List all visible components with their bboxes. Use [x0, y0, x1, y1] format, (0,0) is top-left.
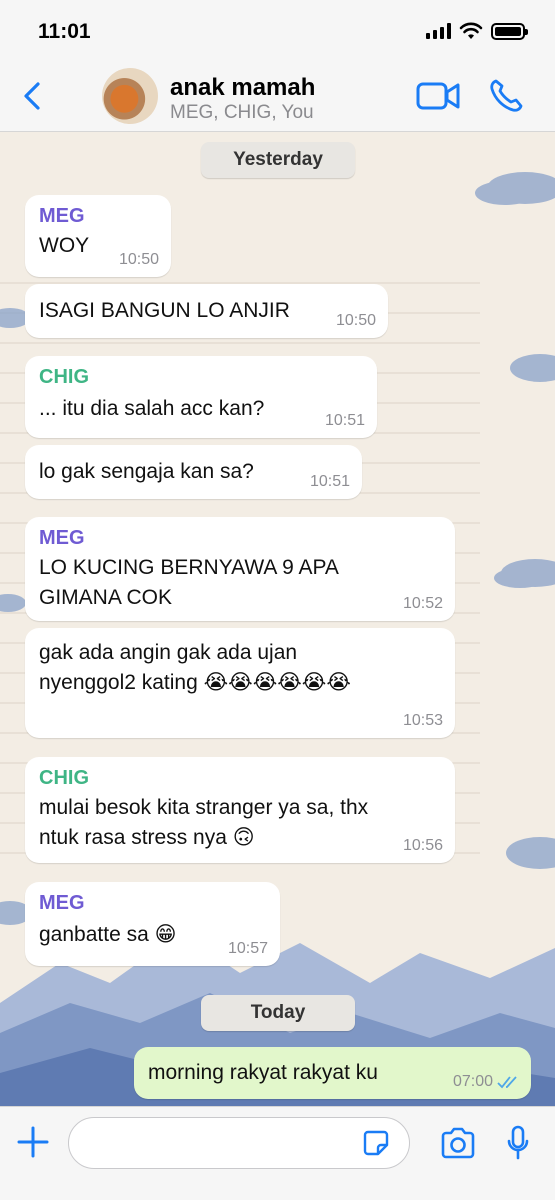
- message-text: WOY: [39, 234, 90, 257]
- cellular-signal-icon: [426, 23, 451, 39]
- message-bubble[interactable]: MEG WOY 10:50: [25, 195, 171, 277]
- message-text: lo gak sengaja kan sa?: [39, 460, 254, 483]
- back-chevron-icon[interactable]: [18, 78, 48, 114]
- message-time: 10:56: [402, 837, 443, 854]
- message-input[interactable]: [68, 1117, 410, 1169]
- message-bubble[interactable]: MEG LO KUCING BERNYAWA 9 APA GIMANA COK …: [25, 517, 455, 621]
- message-time: 10:50: [335, 312, 376, 329]
- video-call-icon[interactable]: [416, 80, 460, 112]
- message-text: ganbatte sa 😁: [39, 923, 177, 946]
- microphone-icon[interactable]: [506, 1125, 530, 1161]
- message-time: 10:52: [402, 595, 443, 612]
- date-separator-yesterday: Yesterday: [201, 142, 355, 178]
- message-sender: MEG: [39, 892, 85, 914]
- message-time: 07:00: [452, 1073, 493, 1090]
- message-text: ISAGI BANGUN LO ANJIR: [39, 299, 290, 322]
- group-avatar[interactable]: [102, 68, 158, 124]
- message-text: ... itu dia salah acc kan?: [39, 397, 265, 420]
- date-separator-today: Today: [201, 995, 355, 1031]
- message-time: 10:57: [227, 940, 268, 957]
- camera-icon[interactable]: [440, 1127, 476, 1159]
- outgoing-message-bubble[interactable]: morning rakyat rakyat ku 07:00: [134, 1047, 531, 1099]
- phone-icon[interactable]: [488, 78, 524, 114]
- chat-header: anak mamah MEG, CHIG, You: [0, 60, 555, 132]
- message-text: gak ada angin gak ada ujan nyenggol2 kat…: [39, 641, 351, 694]
- chat-members[interactable]: MEG, CHIG, You: [170, 102, 314, 124]
- status-time: 11:01: [38, 20, 91, 43]
- battery-icon: [491, 22, 528, 40]
- message-bubble[interactable]: lo gak sengaja kan sa? 10:51: [25, 445, 362, 499]
- message-time: 10:53: [402, 712, 443, 729]
- plus-icon[interactable]: [16, 1125, 50, 1159]
- message-bubble[interactable]: gak ada angin gak ada ujan nyenggol2 kat…: [25, 628, 455, 738]
- message-sender: CHIG: [39, 767, 89, 789]
- composer-bar: [0, 1106, 555, 1200]
- message-text: morning rakyat rakyat ku: [148, 1061, 378, 1084]
- message-bubble[interactable]: MEG ganbatte sa 😁 10:57: [25, 882, 280, 966]
- message-sender: CHIG: [39, 366, 89, 388]
- message-time: 10:50: [118, 251, 159, 268]
- message-sender: MEG: [39, 205, 85, 227]
- message-time: 10:51: [309, 473, 350, 490]
- message-bubble[interactable]: CHIG mulai besok kita stranger ya sa, th…: [25, 757, 455, 863]
- message-sender: MEG: [39, 527, 85, 549]
- chat-area[interactable]: Yesterday MEG WOY 10:50 ISAGI BANGUN LO …: [0, 133, 555, 1106]
- status-bar: 11:01: [0, 0, 555, 60]
- status-icons: [426, 22, 528, 40]
- message-time: 10:51: [324, 412, 365, 429]
- message-bubble[interactable]: ISAGI BANGUN LO ANJIR 10:50: [25, 284, 388, 338]
- read-receipt-icon: [497, 1076, 517, 1089]
- chat-title[interactable]: anak mamah: [170, 74, 315, 102]
- message-text: mulai besok kita stranger ya sa, thx ntu…: [39, 796, 369, 849]
- wifi-icon: [459, 22, 483, 39]
- message-text: LO KUCING BERNYAWA 9 APA GIMANA COK: [39, 556, 339, 609]
- message-bubble[interactable]: CHIG ... itu dia salah acc kan? 10:51: [25, 356, 377, 438]
- sticker-icon[interactable]: [362, 1129, 390, 1157]
